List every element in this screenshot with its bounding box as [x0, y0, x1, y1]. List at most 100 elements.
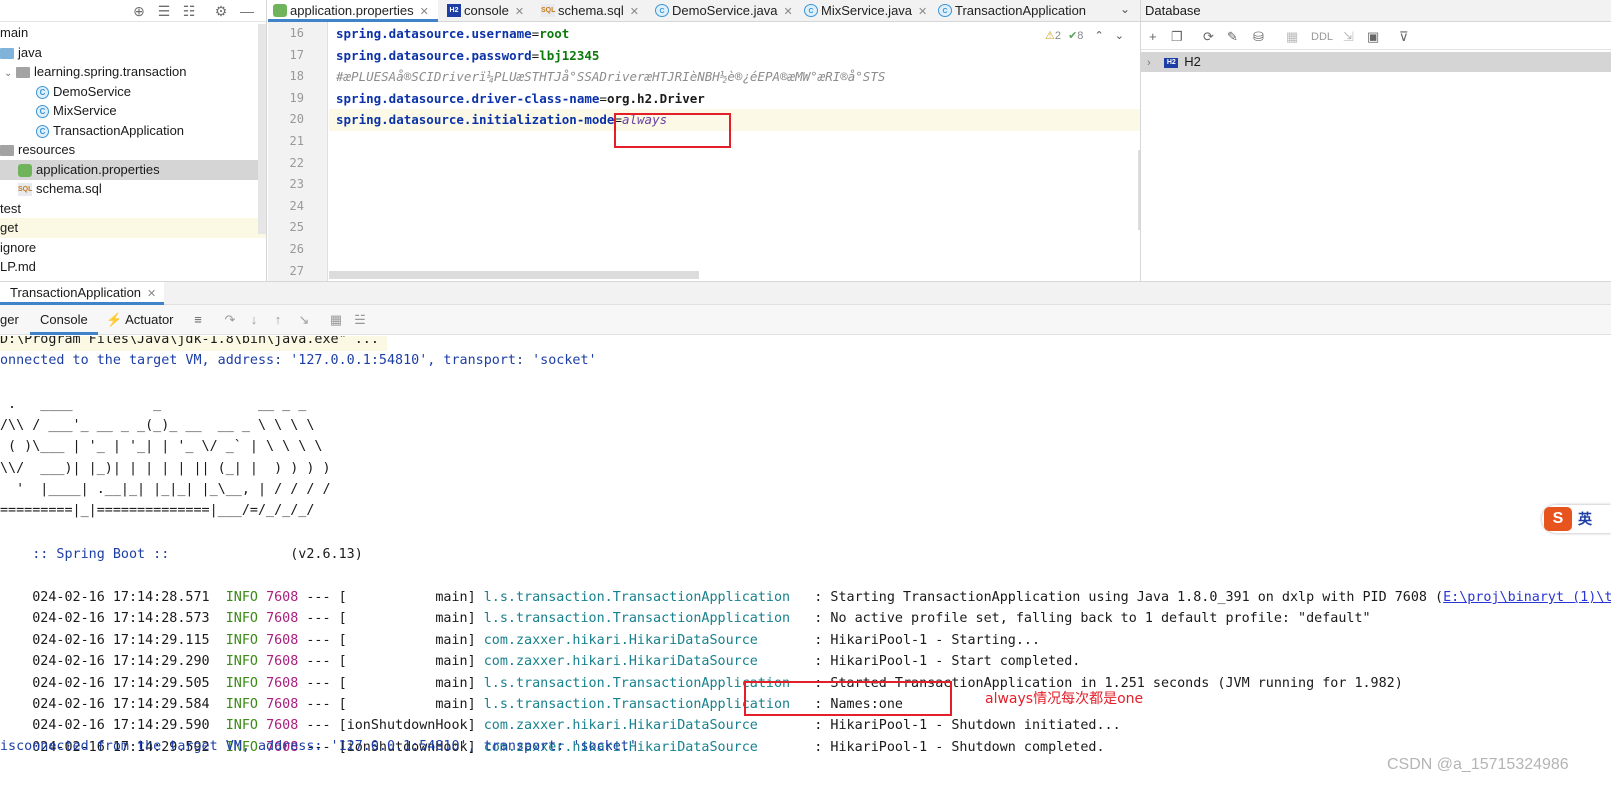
code-line[interactable]: spring.datasource.username=root — [329, 23, 1140, 45]
code-line-current[interactable]: spring.datasource.initialization-mode=al… — [329, 109, 1140, 131]
hide-icon[interactable]: — — [238, 2, 256, 20]
tree-item-demoservice[interactable]: C DemoService — [0, 82, 266, 102]
close-icon[interactable]: ✕ — [918, 6, 927, 18]
expand-all-icon[interactable]: ☰ — [155, 2, 173, 20]
tree-item-transactionapplication[interactable]: C TransactionApplication — [0, 121, 266, 141]
step-out-icon[interactable]: ↑ — [270, 312, 286, 328]
code-area[interactable]: spring.datasource.username=root spring.d… — [329, 22, 1140, 281]
close-icon[interactable]: ✕ — [515, 6, 524, 18]
code-editor[interactable]: application.properties ✕ H2 console ✕ SQL … — [268, 0, 1140, 281]
tree-item-target[interactable]: get — [0, 218, 266, 238]
table-icon[interactable]: ▦ — [328, 312, 344, 328]
tree-item-mixservice[interactable]: C MixService — [0, 101, 266, 121]
tree-item-label: schema.sql — [36, 181, 102, 196]
line-number: 16 — [289, 26, 304, 40]
code-line[interactable]: #æPLUESAå®SCIDriverï¼PLUæSTHTJå°SSADrive… — [329, 66, 1140, 88]
chevron-down-icon[interactable]: ⌄ — [4, 68, 12, 79]
jump-icon[interactable]: ⇲ — [1343, 28, 1354, 46]
tree-item-gitignore[interactable]: ignore — [0, 238, 266, 258]
tree-item-main[interactable]: main — [0, 23, 266, 43]
watermark: CSDN @a_15715324986 — [1387, 756, 1569, 773]
run-tab-transactionapplication[interactable]: TransactionApplication ✕ — [0, 282, 165, 305]
gear-icon[interactable]: ⚙ — [212, 2, 230, 20]
tree-item-java[interactable]: java — [0, 43, 266, 63]
tree-item-label: get — [0, 220, 19, 235]
warning-icon: ⚠ — [1045, 30, 1055, 42]
tree-item-test[interactable]: test — [0, 199, 266, 219]
package-icon — [16, 67, 31, 79]
line-number: 26 — [289, 242, 304, 256]
close-icon[interactable]: ✕ — [420, 6, 429, 18]
property-value: root — [539, 26, 570, 41]
editor-horizontal-scrollbar[interactable] — [329, 271, 699, 279]
copy-icon[interactable]: ❐ — [1171, 28, 1183, 46]
close-icon[interactable]: ✕ — [630, 6, 639, 18]
tab-schema-sql[interactable]: SQL schema.sql ✕ — [536, 0, 646, 22]
layout-icon[interactable]: ☱ — [352, 312, 368, 328]
tab-dropdown-icon[interactable]: ⌄ — [1120, 2, 1130, 16]
properties-file-icon — [18, 164, 32, 178]
tab-mixservice-java[interactable]: C MixService.java ✕ — [799, 0, 929, 22]
sogou-logo-icon: S — [1544, 507, 1572, 531]
actuator-icon: ⚡ — [106, 312, 123, 327]
tree-item-label: ignore — [0, 240, 37, 255]
code-line[interactable]: spring.datasource.driver-class-name=org.… — [329, 88, 1140, 110]
class-icon: C — [804, 4, 818, 17]
tree-item-schema-sql[interactable]: SQL schema.sql — [0, 179, 266, 199]
step-into-icon[interactable]: ↓ — [246, 312, 262, 328]
tree-item-application-properties[interactable]: application.properties — [0, 160, 266, 180]
annotation-text: always情况每次都是one — [985, 691, 1144, 707]
spring-boot-version: (v2.6.13) — [290, 547, 363, 562]
properties-file-icon — [273, 4, 287, 17]
line-number: 25 — [289, 220, 304, 234]
run-tab-bar: TransactionApplication ✕ — [0, 281, 1611, 305]
table-icon[interactable]: ▦ — [1286, 28, 1298, 46]
add-icon[interactable]: + — [1149, 28, 1157, 46]
spring-class-icon: C — [36, 125, 49, 139]
close-icon[interactable]: ✕ — [147, 288, 156, 300]
tree-item-label: learning.spring.transaction — [34, 64, 187, 79]
tab-demoservice-java[interactable]: C DemoService.java ✕ — [650, 0, 795, 22]
tab-console[interactable]: H2 console ✕ — [442, 0, 532, 22]
console-output[interactable]: D:\Program Files\Java\jdk-1.8\bin\java.e… — [0, 336, 1611, 786]
refresh-icon[interactable]: ⟳ — [1203, 28, 1214, 46]
database-icon[interactable]: ⛁ — [1253, 28, 1264, 46]
ddl-button[interactable]: DDL — [1311, 28, 1333, 46]
line-number: 24 — [289, 199, 304, 213]
ime-indicator[interactable]: S 英 — [1542, 505, 1611, 533]
tree-item-package[interactable]: ⌄ learning.spring.transaction — [0, 62, 266, 82]
spring-boot-label: :: Spring Boot :: — [32, 547, 170, 562]
tab-console[interactable]: Console — [30, 305, 98, 335]
chevron-down-icon[interactable]: ⌄ — [1115, 30, 1124, 42]
tab-transactionapplication[interactable]: C TransactionApplication — [933, 0, 1103, 22]
collapse-all-icon[interactable]: ☷ — [180, 2, 198, 20]
log-line: 024-02-16 17:14:29.115 INFO 7608 --- [ m… — [0, 608, 1040, 648]
step-over-icon[interactable]: ↷ — [222, 312, 238, 328]
chevron-up-icon[interactable]: ⌃ — [1094, 30, 1103, 42]
code-line[interactable]: spring.datasource.password=lbj12345 — [329, 45, 1140, 67]
class-icon: C — [655, 4, 669, 17]
console-icon[interactable]: ▣ — [1367, 28, 1379, 46]
log-path-link[interactable]: E:\proj\binaryt (1)\transac — [1443, 590, 1611, 605]
edit-icon[interactable]: ✎ — [1227, 28, 1238, 46]
banner-line: ' |____| .__|_| |_|_| |_\__, | / / / / — [0, 482, 331, 497]
menu-icon[interactable]: ≡ — [190, 312, 206, 328]
database-tree-item-h2[interactable]: › H2 H2 — [1141, 52, 1611, 72]
filter-icon[interactable]: ⊽ — [1399, 28, 1409, 46]
tree-scrollbar[interactable] — [258, 24, 266, 234]
close-icon[interactable]: ✕ — [784, 6, 793, 18]
tab-application-properties[interactable]: application.properties ✕ — [268, 0, 438, 22]
locate-icon[interactable]: ⊕ — [130, 2, 148, 20]
tree-item-resources[interactable]: resources — [0, 140, 266, 160]
chevron-right-icon[interactable]: › — [1147, 57, 1151, 69]
folder-icon — [0, 145, 14, 157]
tree-item-label: MixService — [53, 103, 117, 118]
inspection-widget[interactable]: ⚠2 ✔8 ⌃ ⌄ — [1045, 29, 1124, 42]
tree-item-label: LP.md — [0, 259, 36, 274]
tree-item-label: java — [18, 45, 42, 60]
tab-debugger[interactable]: ger — [0, 305, 19, 335]
run-to-cursor-icon[interactable]: ↘ — [296, 312, 312, 328]
tab-actuator[interactable]: ⚡ Actuator — [106, 305, 174, 335]
tree-item-help-md[interactable]: LP.md — [0, 257, 266, 277]
tree-item-label: DemoService — [53, 84, 132, 99]
